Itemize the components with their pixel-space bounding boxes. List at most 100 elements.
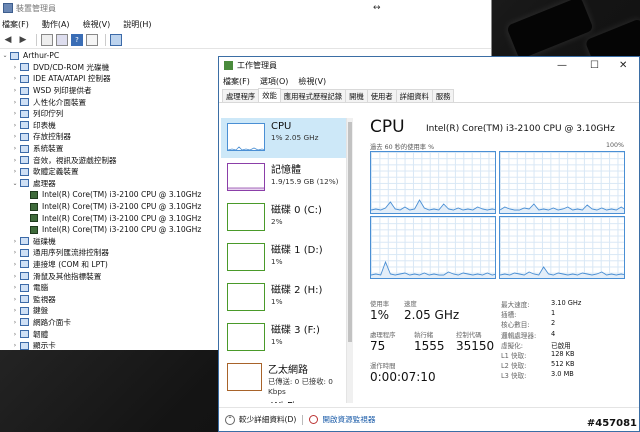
tree-item-label: 監視器 bbox=[33, 294, 56, 304]
tab-services[interactable]: 服務 bbox=[431, 89, 455, 102]
help-icon[interactable]: ? bbox=[71, 34, 83, 46]
tab-processes[interactable]: 處理程序 bbox=[222, 89, 260, 102]
cpu-model: Intel(R) Core(TM) i3-2100 CPU @ 3.10GHz bbox=[426, 124, 615, 134]
expand-icon[interactable]: › bbox=[10, 331, 20, 338]
tm-menu-view[interactable]: 檢視(V) bbox=[298, 76, 326, 87]
chevron-up-icon[interactable]: ⌃ bbox=[225, 414, 235, 425]
tab-details[interactable]: 詳細資料 bbox=[395, 89, 433, 102]
perf-item-text: Wi-Fi未連線 bbox=[271, 398, 295, 403]
tab-startup[interactable]: 開機 bbox=[345, 89, 368, 102]
mini-graph bbox=[227, 323, 265, 351]
mini-graph bbox=[227, 203, 265, 231]
close-button[interactable]: ✕ bbox=[619, 60, 627, 71]
perf-sidebar-item[interactable]: 記憶體 1.9/15.9 GB (12%) bbox=[221, 158, 346, 198]
dm-menu-view[interactable]: 檢視(V) bbox=[83, 19, 111, 30]
expand-icon[interactable]: › bbox=[10, 64, 20, 71]
handles-label: 控制代碼 bbox=[456, 331, 482, 339]
graph-max-label: 100% bbox=[606, 142, 625, 149]
properties-icon[interactable] bbox=[41, 34, 53, 46]
expand-icon[interactable]: › bbox=[10, 307, 20, 314]
expand-icon[interactable]: › bbox=[10, 238, 20, 245]
perf-sidebar-item[interactable]: Wi-Fi未連線 bbox=[221, 398, 346, 403]
resource-monitor-icon[interactable] bbox=[309, 415, 319, 424]
expand-icon[interactable]: › bbox=[10, 110, 20, 117]
device-list-icon[interactable] bbox=[86, 34, 98, 46]
tab-performance[interactable]: 效能 bbox=[258, 88, 281, 102]
resource-monitor-link[interactable]: 開啟資源監視器 bbox=[322, 414, 375, 425]
expand-icon[interactable]: › bbox=[10, 261, 20, 268]
tree-item-label: 鍵盤 bbox=[33, 306, 49, 316]
dm-menu-help[interactable]: 說明(H) bbox=[123, 19, 151, 30]
perf-item-name: CPU bbox=[271, 121, 292, 132]
expand-icon[interactable]: › bbox=[10, 249, 20, 256]
expand-icon[interactable]: › bbox=[10, 157, 20, 164]
task-manager-window: 工作管理員 — ☐ ✕ 檔案(F) 選項(O) 檢視(V) 處理程序 效能 應用… bbox=[218, 56, 640, 432]
tree-item-label: Intel(R) Core(TM) i3-2100 CPU @ 3.10GHz bbox=[42, 225, 202, 235]
perf-sidebar-item[interactable]: CPU 1% 2.05 GHz bbox=[221, 118, 346, 158]
expand-icon[interactable]: › bbox=[10, 75, 20, 82]
spec-key: 插槽: bbox=[501, 311, 517, 320]
device-category-icon bbox=[20, 74, 29, 83]
mini-graph bbox=[227, 363, 262, 391]
expand-icon[interactable]: › bbox=[10, 284, 20, 291]
threads-label: 執行緒 bbox=[414, 331, 434, 339]
expand-icon[interactable]: › bbox=[10, 99, 20, 106]
expand-icon[interactable]: › bbox=[10, 168, 20, 175]
tm-menu-options[interactable]: 選項(O) bbox=[260, 76, 289, 87]
expand-icon[interactable]: › bbox=[10, 122, 20, 129]
mini-graph bbox=[227, 283, 265, 311]
expand-icon[interactable]: › bbox=[10, 319, 20, 326]
tree-root-label: Arthur-PC bbox=[23, 51, 60, 61]
computer-icon bbox=[10, 51, 19, 60]
forward-arrow-icon[interactable]: ▶ bbox=[17, 34, 29, 46]
perf-sidebar-item[interactable]: 磁碟 2 (H:) 1% bbox=[221, 278, 346, 318]
sidebar-scrollbar[interactable] bbox=[347, 118, 353, 403]
expand-icon[interactable]: › bbox=[10, 296, 20, 303]
perf-sidebar-item[interactable]: 磁碟 0 (C:) 2% bbox=[221, 198, 346, 238]
tab-users[interactable]: 使用者 bbox=[366, 89, 397, 102]
cpu-core-graph bbox=[370, 151, 496, 214]
tm-menu-file[interactable]: 檔案(F) bbox=[223, 76, 250, 87]
mini-graph bbox=[227, 243, 265, 271]
monitor-icon[interactable] bbox=[110, 34, 122, 46]
processor-icon bbox=[30, 225, 38, 234]
scrollbar-thumb[interactable] bbox=[348, 122, 352, 342]
fewer-details-link[interactable]: 較少詳細資料(D) bbox=[239, 414, 296, 425]
expand-icon[interactable]: › bbox=[10, 87, 20, 94]
tm-title: 工作管理員 bbox=[237, 61, 277, 70]
perf-item-name: Wi-Fi bbox=[271, 401, 295, 403]
expand-icon[interactable]: › bbox=[10, 342, 20, 349]
tree-item-label: IDE ATA/ATAPI 控制器 bbox=[33, 74, 111, 84]
dm-toolbar: ◀ ▶ ? bbox=[0, 32, 491, 49]
minimize-button[interactable]: — bbox=[557, 60, 567, 71]
scan-icon[interactable] bbox=[56, 34, 68, 46]
cpu-core-graph bbox=[370, 216, 496, 279]
perf-sidebar-item[interactable]: 乙太網路 已傳送: 0 已接收: 0 Kbps bbox=[221, 358, 346, 398]
maximize-button[interactable]: ☐ bbox=[590, 60, 599, 71]
dm-menu-action[interactable]: 動作(A) bbox=[42, 19, 70, 30]
tree-item-label: 滑鼠及其他指標裝置 bbox=[33, 271, 102, 281]
perf-item-value: 1.9/15.9 GB (12%) bbox=[271, 177, 339, 186]
tab-app-history[interactable]: 應用程式歷程記錄 bbox=[279, 89, 347, 102]
expand-icon[interactable]: › bbox=[10, 273, 20, 280]
collapse-icon[interactable]: ⌄ bbox=[10, 180, 20, 187]
uptime-label: 運作時間 bbox=[370, 362, 396, 370]
spec-value: 3.10 GHz bbox=[551, 299, 582, 307]
tree-item-label: 存放控制器 bbox=[33, 132, 71, 142]
expand-icon[interactable]: › bbox=[10, 133, 20, 140]
expand-icon[interactable]: › bbox=[10, 145, 20, 152]
tree-item-label: Intel(R) Core(TM) i3-2100 CPU @ 3.10GHz bbox=[42, 202, 202, 212]
perf-sidebar-item[interactable]: 磁碟 3 (F:) 1% bbox=[221, 318, 346, 358]
back-arrow-icon[interactable]: ◀ bbox=[2, 34, 14, 46]
device-category-icon bbox=[20, 306, 29, 315]
speed-label: 速度 bbox=[404, 300, 417, 308]
perf-item-text: 磁碟 2 (H:) 1% bbox=[271, 278, 322, 318]
device-category-icon bbox=[20, 330, 29, 339]
device-category-icon bbox=[20, 260, 29, 269]
device-category-icon bbox=[20, 248, 29, 257]
tree-item-label: 人性化介面裝置 bbox=[33, 97, 87, 107]
dm-menu-file[interactable]: 檔案(F) bbox=[2, 19, 29, 30]
perf-sidebar-item[interactable]: 磁碟 1 (D:) 1% bbox=[221, 238, 346, 278]
collapse-icon[interactable]: ⌄ bbox=[0, 52, 10, 59]
tree-item-label: 列印佇列 bbox=[33, 109, 64, 119]
